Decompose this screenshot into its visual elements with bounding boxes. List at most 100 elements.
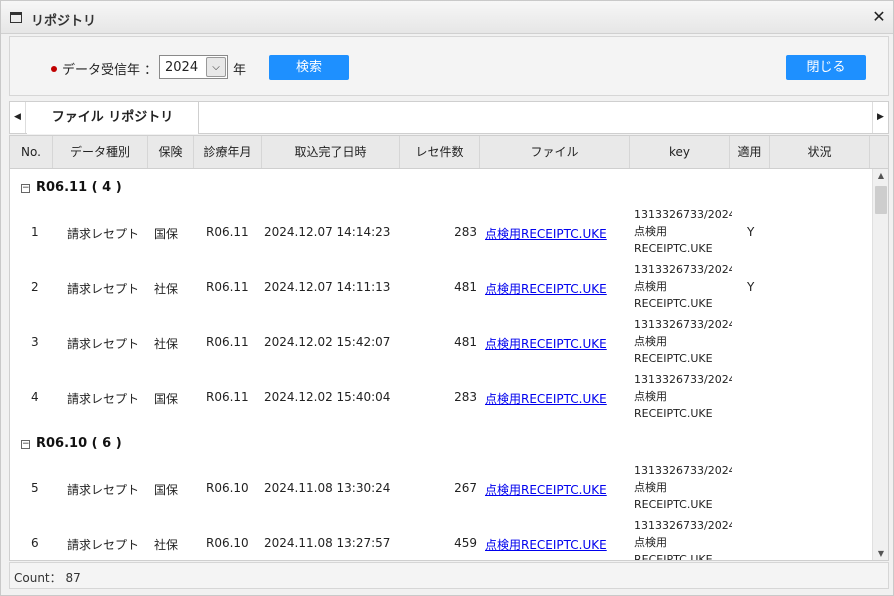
table-row[interactable]: 3 請求レセプト 社保 R06.11 2024.12.02 15:42:07 481 点検用… bbox=[10, 315, 872, 370]
collapse-icon[interactable]: − bbox=[21, 440, 30, 449]
scroll-thumb[interactable] bbox=[875, 186, 887, 214]
status-bar: Count： 87 bbox=[9, 562, 889, 589]
cell-applied: Y bbox=[747, 280, 755, 294]
cell-file-link[interactable]: 点検用RECEIPTC.UKE bbox=[485, 536, 607, 553]
column-header-file[interactable]: ファイル bbox=[480, 136, 630, 168]
chevron-down-icon[interactable]: ⌵ bbox=[206, 57, 226, 77]
vertical-scrollbar[interactable]: ▲ ▼ bbox=[872, 169, 888, 560]
grid-header: No. データ種別 保険 診療年月 取込完了日時 レセ件数 ファイル key 適… bbox=[10, 136, 888, 169]
cell-no: 1 bbox=[31, 225, 39, 239]
table-row[interactable]: 2 請求レセプト 社保 R06.11 2024.12.07 14:11:13 481 点検用… bbox=[10, 260, 872, 315]
tab-file-repository[interactable]: ファイル リポジトリ bbox=[27, 102, 199, 134]
search-toolbar: データ受信年 ： 2024 ⌵ 年 検索 閉じる bbox=[9, 36, 889, 96]
window-icon bbox=[10, 12, 22, 23]
group-label: R06.11 ( 4 ) bbox=[36, 180, 122, 195]
column-header-datetime[interactable]: 取込完了日時 bbox=[262, 136, 400, 168]
scroll-up-icon[interactable]: ▲ bbox=[873, 169, 888, 183]
cell-file-link[interactable]: 点検用RECEIPTC.UKE bbox=[485, 390, 607, 407]
key-line: RECEIPTC.UKE bbox=[634, 242, 713, 255]
cell-data-type: 請求レセプト bbox=[67, 538, 140, 552]
cell-datetime: 2024.12.02 15:42:07 bbox=[264, 335, 391, 349]
required-dot-icon bbox=[51, 66, 57, 72]
cell-count: 459 bbox=[454, 536, 477, 550]
cell-data-type: 請求レセプト bbox=[67, 282, 140, 296]
cell-no: 5 bbox=[31, 481, 39, 495]
collapse-icon[interactable]: − bbox=[21, 184, 30, 193]
table-row[interactable]: 5 請求レセプト 国保 R06.10 2024.11.08 13:30:24 267 点検用… bbox=[10, 461, 872, 516]
cell-file-link[interactable]: 点検用RECEIPTC.UKE bbox=[485, 280, 607, 297]
column-header-applied[interactable]: 適用 bbox=[730, 136, 770, 168]
cell-no: 2 bbox=[31, 280, 39, 294]
key-line: 点検用 bbox=[634, 225, 667, 238]
cell-key: 1313326733/2024 点検用 RECEIPTC.UKE bbox=[634, 206, 732, 257]
cell-insurance: 国保 bbox=[154, 483, 179, 497]
cell-data-type: 請求レセプト bbox=[67, 392, 140, 406]
group-header[interactable]: − R06.11 ( 4 ) bbox=[10, 169, 872, 205]
cell-month: R06.11 bbox=[206, 390, 249, 404]
group-header[interactable]: − R06.10 ( 6 ) bbox=[10, 425, 872, 461]
key-line: RECEIPTC.UKE bbox=[634, 407, 713, 420]
repository-window: リポジトリ ✕ データ受信年 ： 2024 ⌵ 年 検索 閉じる ◀ ファイル … bbox=[0, 0, 894, 596]
group-label: R06.10 ( 6 ) bbox=[36, 436, 122, 451]
key-line: 1313326733/2024 bbox=[634, 519, 732, 532]
tab-scroll-left-icon[interactable]: ◀ bbox=[10, 102, 26, 133]
search-button[interactable]: 検索 bbox=[269, 55, 349, 80]
key-line: 点検用 bbox=[634, 335, 667, 348]
table-row[interactable]: 1 請求レセプト 国保 R06.11 2024.12.07 14:14:23 283 点検用… bbox=[10, 205, 872, 260]
scroll-down-icon[interactable]: ▼ bbox=[873, 547, 888, 560]
cell-month: R06.11 bbox=[206, 280, 249, 294]
cell-file-link[interactable]: 点検用RECEIPTC.UKE bbox=[485, 225, 607, 242]
cell-key: 1313326733/2024 点検用 RECEIPTC.UKE bbox=[634, 261, 732, 312]
cell-count: 283 bbox=[454, 225, 477, 239]
record-count: Count： 87 bbox=[14, 571, 81, 585]
key-line: RECEIPTC.UKE bbox=[634, 498, 713, 511]
year-label: データ受信年 ： bbox=[62, 63, 158, 78]
cell-no: 4 bbox=[31, 390, 39, 404]
key-line: 点検用 bbox=[634, 390, 667, 403]
table-row[interactable]: 6 請求レセプト 社保 R06.10 2024.11.08 13:27:57 459 点検用… bbox=[10, 516, 872, 561]
grid-body: − R06.11 ( 4 ) 1 請求レセプト 国保 R06.11 2024.12.07 1… bbox=[10, 169, 872, 561]
key-line: 1313326733/2024 bbox=[634, 373, 732, 386]
cell-insurance: 国保 bbox=[154, 227, 179, 241]
cell-count: 283 bbox=[454, 390, 477, 404]
year-suffix: 年 bbox=[233, 63, 247, 78]
cell-datetime: 2024.11.08 13:27:57 bbox=[264, 536, 391, 550]
column-header-key[interactable]: key bbox=[630, 136, 730, 168]
title-bar[interactable]: リポジトリ ✕ bbox=[1, 1, 893, 34]
column-header-data-type[interactable]: データ種別 bbox=[53, 136, 148, 168]
cell-datetime: 2024.12.07 14:14:23 bbox=[264, 225, 391, 239]
key-line: 点検用 bbox=[634, 481, 667, 494]
key-line: RECEIPTC.UKE bbox=[634, 553, 713, 561]
tab-scroll-right-icon[interactable]: ▶ bbox=[872, 102, 888, 133]
column-header-count[interactable]: レセ件数 bbox=[400, 136, 480, 168]
cell-file-link[interactable]: 点検用RECEIPTC.UKE bbox=[485, 481, 607, 498]
cell-count: 481 bbox=[454, 280, 477, 294]
key-line: 1313326733/2024 bbox=[634, 263, 732, 276]
cell-insurance: 国保 bbox=[154, 392, 179, 406]
key-line: 1313326733/2024 bbox=[634, 464, 732, 477]
column-header-insurance[interactable]: 保険 bbox=[148, 136, 194, 168]
column-header-month[interactable]: 診療年月 bbox=[194, 136, 262, 168]
column-header-no[interactable]: No. bbox=[10, 136, 53, 168]
cell-key: 1313326733/2024 点検用 RECEIPTC.UKE bbox=[634, 517, 732, 561]
window-title: リポジトリ bbox=[31, 14, 97, 29]
key-line: RECEIPTC.UKE bbox=[634, 352, 713, 365]
cell-month: R06.11 bbox=[206, 225, 249, 239]
close-button[interactable]: 閉じる bbox=[786, 55, 866, 80]
cell-data-type: 請求レセプト bbox=[67, 227, 140, 241]
key-line: RECEIPTC.UKE bbox=[634, 297, 713, 310]
column-header-status[interactable]: 状況 bbox=[770, 136, 870, 168]
table-row[interactable]: 4 請求レセプト 国保 R06.11 2024.12.02 15:40:04 283 点検用… bbox=[10, 370, 872, 425]
key-line: 1313326733/2024 bbox=[634, 208, 732, 221]
year-select[interactable]: 2024 ⌵ bbox=[159, 55, 228, 79]
cell-month: R06.10 bbox=[206, 481, 249, 495]
key-line: 1313326733/2024 bbox=[634, 318, 732, 331]
cell-datetime: 2024.11.08 13:30:24 bbox=[264, 481, 391, 495]
cell-insurance: 社保 bbox=[154, 538, 179, 552]
year-select-value: 2024 bbox=[165, 60, 199, 75]
close-icon[interactable]: ✕ bbox=[871, 8, 887, 26]
cell-count: 267 bbox=[454, 481, 477, 495]
cell-data-type: 請求レセプト bbox=[67, 337, 140, 351]
cell-key: 1313326733/2024 点検用 RECEIPTC.UKE bbox=[634, 462, 732, 513]
cell-file-link[interactable]: 点検用RECEIPTC.UKE bbox=[485, 335, 607, 352]
